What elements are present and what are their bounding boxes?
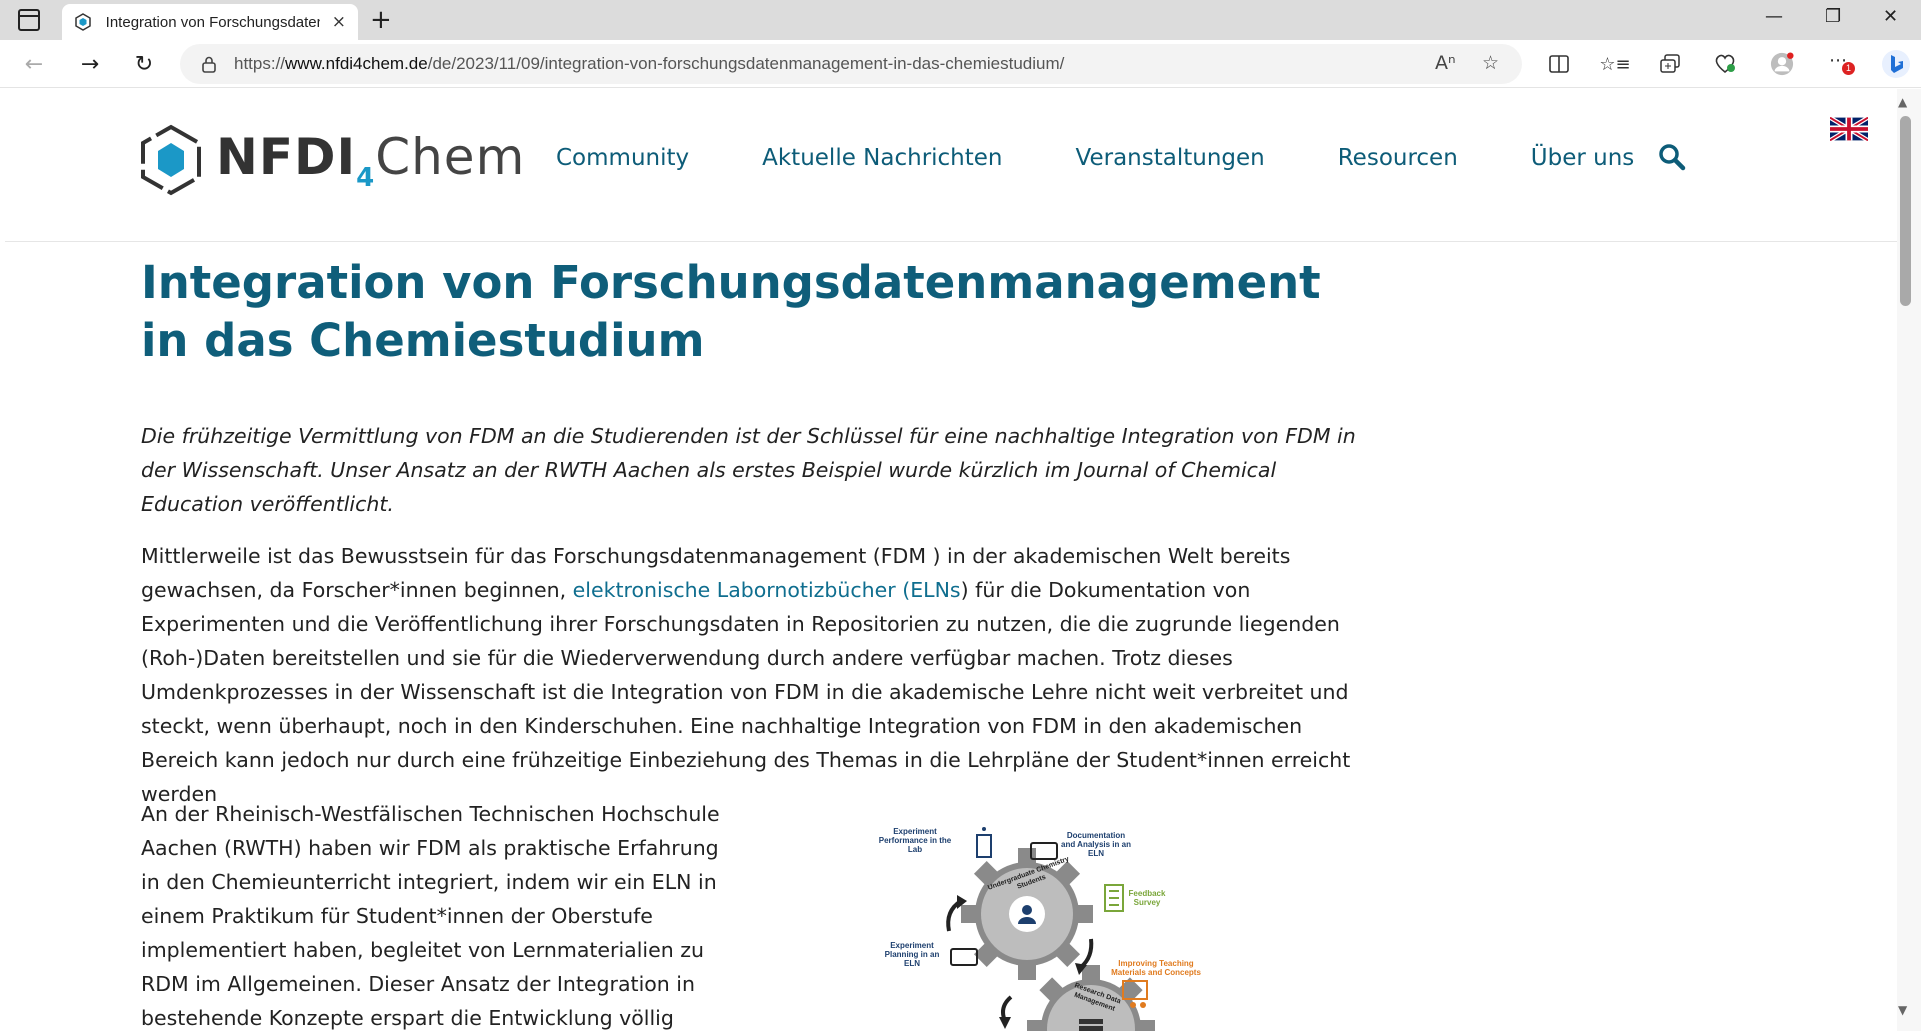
nav-veranstaltungen[interactable]: Veranstaltungen [1076, 145, 1265, 171]
browser-essentials-icon[interactable] [1713, 52, 1737, 76]
copilot-icon[interactable] [1880, 48, 1912, 80]
article-split-section: An der Rheinisch-Westfälischen Technisch… [141, 797, 1361, 1031]
url-scheme: https:// [234, 54, 286, 73]
page-viewport: NFDI4Chem Community Aktuelle Nachrichten… [5, 89, 1897, 1031]
profile-avatar-icon[interactable] [1770, 52, 1794, 76]
close-window-icon[interactable]: ✕ [1883, 6, 1898, 27]
url-text[interactable]: https://www.nfdi4chem.de/de/2023/11/09/i… [234, 54, 1064, 74]
lock-icon[interactable] [202, 56, 216, 73]
search-icon[interactable] [1658, 143, 1686, 175]
forward-arrow-icon[interactable]: → [74, 48, 106, 80]
split-screen-icon[interactable] [1547, 52, 1571, 76]
browser-tab[interactable]: Integration von Forschungsdaten × [62, 4, 358, 40]
tab-strip: Integration von Forschungsdaten × + — ❐ … [0, 0, 1921, 40]
label-experiment-performance: Experiment Performance in the Lab [878, 827, 952, 854]
scroll-up-arrow-icon[interactable]: ▲ [1898, 95, 1907, 109]
url-host: www.nfdi4chem.de [285, 54, 428, 73]
logo-hexagon-icon [141, 124, 201, 196]
nav-community[interactable]: Community [556, 145, 689, 171]
rdm-cycle-figure: Experiment Performance in the Lab Docume… [879, 819, 1261, 1031]
collections-icon[interactable] [1658, 52, 1682, 76]
url-path: /de/2023/11/09/integration-von-forschung… [427, 54, 1065, 73]
browser-toolbar: ← → ↻ https://www.nfdi4chem.de/de/2023/1… [0, 40, 1921, 88]
label-documentation: Documentation and Analysis in an ELN [1061, 831, 1131, 858]
nav-aktuelle-nachrichten[interactable]: Aktuelle Nachrichten [762, 145, 1002, 171]
restore-icon[interactable]: ❐ [1825, 6, 1841, 27]
reload-icon[interactable]: ↻ [128, 48, 160, 80]
notification-badge: 1 [1842, 62, 1855, 75]
tab-actions-icon[interactable] [18, 9, 40, 31]
minimize-icon[interactable]: — [1765, 6, 1783, 27]
nav-resourcen[interactable]: Resourcen [1338, 145, 1458, 171]
nfdi4chem-favicon-icon [74, 13, 92, 31]
uk-flag-language-icon[interactable] [1828, 115, 1870, 143]
article-content: Integration von Forschungsdatenmanagemen… [141, 254, 1361, 811]
label-feedback-survey: Feedback Survey [1128, 889, 1166, 907]
favorites-list-icon[interactable]: ☆≡ [1599, 52, 1630, 76]
article-paragraph-2: An der Rheinisch-Westfälischen Technisch… [141, 802, 720, 1030]
label-experiment-planning: Experiment Planning in an ELN [884, 941, 940, 968]
tab-title: Integration von Forschungsdaten [105, 13, 320, 31]
back-arrow-icon[interactable]: ← [18, 48, 50, 80]
eln-link[interactable]: elektronische Labornotizbücher (ELNs [573, 578, 961, 602]
address-bar[interactable]: https://www.nfdi4chem.de/de/2023/11/09/i… [180, 44, 1522, 84]
scrollbar-thumb[interactable] [1900, 116, 1911, 306]
read-aloud-icon[interactable]: Aⁿ [1435, 52, 1456, 74]
settings-more-icon[interactable]: ⋯ 1 [1826, 50, 1855, 76]
site-header: NFDI4Chem Community Aktuelle Nachrichten… [5, 89, 1897, 242]
nav-ueber-uns[interactable]: Über uns [1531, 145, 1635, 171]
article-paragraph-1: Mittlerweile ist das Bewusstsein für das… [141, 544, 1351, 806]
tab-close-icon[interactable]: × [332, 13, 346, 31]
browser-window: Integration von Forschungsdaten × + — ❐ … [0, 0, 1921, 1031]
scroll-down-arrow-icon[interactable]: ▼ [1898, 1003, 1907, 1017]
new-tab-button[interactable]: + [370, 6, 392, 34]
favorite-star-icon[interactable]: ☆ [1482, 52, 1499, 74]
page-title: Integration von Forschungsdatenmanagemen… [141, 256, 1321, 367]
label-improving-teaching: Improving Teaching Materials and Concept… [1111, 959, 1201, 977]
nfdi4chem-logo[interactable]: NFDI4Chem [138, 123, 525, 197]
logo-text: NFDI4Chem [216, 127, 526, 193]
article-lead: Die frühzeitige Vermittlung von FDM an d… [141, 424, 1356, 516]
main-navigation: Community Aktuelle Nachrichten Veranstal… [556, 145, 1707, 171]
